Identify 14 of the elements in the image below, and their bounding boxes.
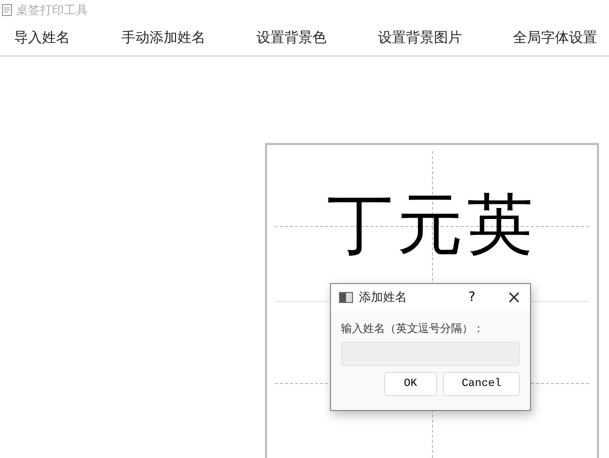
menu-item[interactable]: 设置背景图片 — [378, 28, 462, 46]
help-button[interactable]: ? — [462, 290, 482, 305]
window-icon — [339, 292, 353, 303]
menu-item[interactable]: 导入姓名 — [14, 28, 70, 46]
menu-item[interactable]: 全局字体设置 — [513, 28, 597, 46]
window-title: 桌签打印工具 — [16, 2, 88, 18]
close-button[interactable]: × — [504, 287, 524, 308]
dialog-button[interactable]: OK — [384, 372, 437, 396]
prompt-label: 输入姓名（英文逗号分隔）： — [341, 321, 485, 336]
dialog-button[interactable]: Cancel — [443, 372, 520, 396]
menu-item[interactable]: 设置背景色 — [256, 28, 326, 46]
menu-item[interactable]: 手动添加姓名 — [121, 28, 206, 46]
dialog-title: 添加姓名 — [359, 289, 408, 306]
card-name: 丁元英 — [327, 193, 537, 259]
